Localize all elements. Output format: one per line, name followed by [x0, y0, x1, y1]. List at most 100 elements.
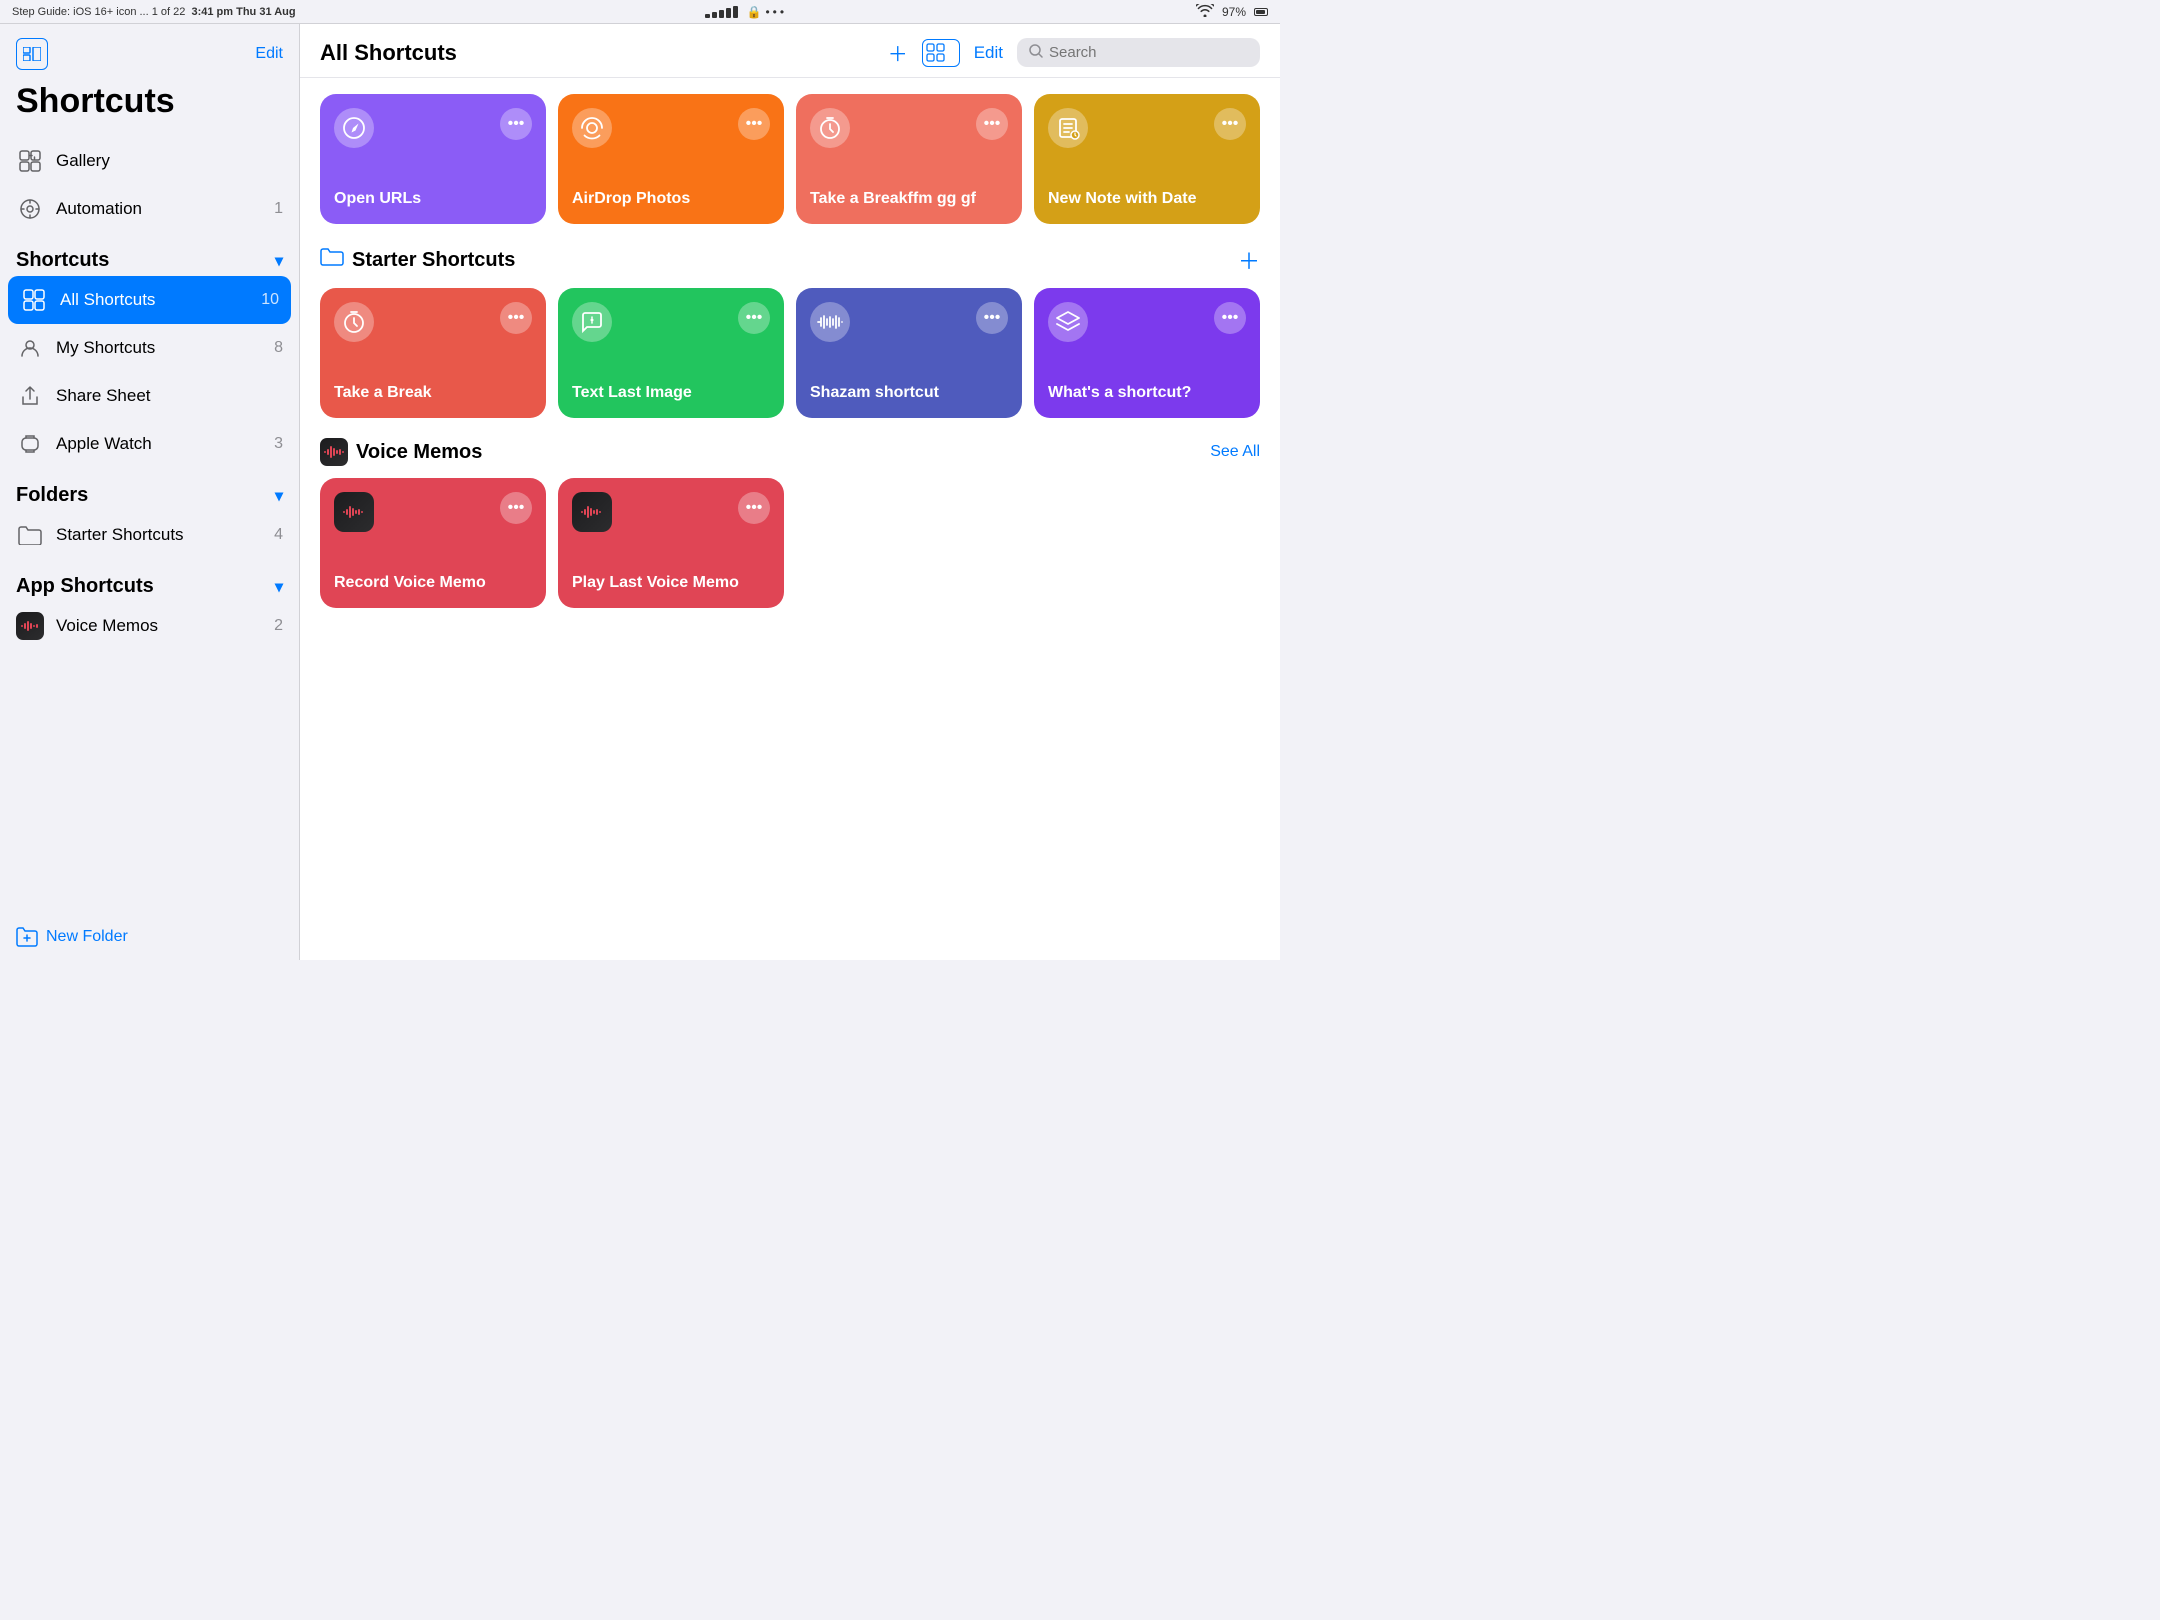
all-shortcuts-label: All Shortcuts	[60, 290, 155, 310]
share-sheet-label: Share Sheet	[56, 386, 151, 406]
add-shortcut-button[interactable]: ＋	[888, 38, 908, 67]
sidebar-item-voice-memos[interactable]: Voice Memos 2	[0, 602, 299, 650]
timer-icon	[810, 108, 850, 148]
new-folder-button[interactable]: New Folder	[16, 926, 283, 948]
card-shazam[interactable]: ••• Shazam shortcut	[796, 288, 1022, 418]
sidebar-item-my-shortcuts[interactable]: My Shortcuts 8	[0, 324, 299, 372]
my-shortcuts-label: My Shortcuts	[56, 338, 155, 358]
card-name: Play Last Voice Memo	[572, 573, 770, 594]
airdrop-icon	[572, 108, 612, 148]
layers-icon	[1048, 302, 1088, 342]
card-menu-button[interactable]: •••	[1214, 108, 1246, 140]
card-name: Open URLs	[334, 189, 532, 210]
card-top: •••	[334, 492, 532, 532]
sidebar-toggle-icon[interactable]	[16, 38, 48, 70]
card-text-last-image[interactable]: ••• Text Last Image	[558, 288, 784, 418]
card-name: Record Voice Memo	[334, 573, 532, 594]
edit-button[interactable]: Edit	[974, 43, 1003, 63]
starter-shortcuts-add-button[interactable]: ＋	[1238, 244, 1260, 276]
battery-icon	[1254, 8, 1268, 16]
sidebar-item-apple-watch[interactable]: Apple Watch 3	[0, 420, 299, 468]
lock-icon: 🔒	[747, 5, 762, 19]
card-menu-button[interactable]: •••	[500, 302, 532, 334]
card-name: Text Last Image	[572, 383, 770, 404]
card-menu-button[interactable]: •••	[500, 108, 532, 140]
card-top: •••	[810, 108, 1008, 148]
card-menu-button[interactable]: •••	[500, 492, 532, 524]
voice-memos-nav-label: Voice Memos	[56, 616, 158, 636]
sidebar: Edit Shortcuts Gallery	[0, 24, 300, 960]
apple-watch-label: Apple Watch	[56, 434, 152, 454]
starter-shortcuts-label: Starter Shortcuts	[56, 525, 184, 545]
gallery-icon	[16, 147, 44, 175]
card-name: Take a Breakffm gg gf	[810, 189, 1008, 210]
card-top: •••	[572, 108, 770, 148]
shortcuts-chevron-icon[interactable]: ▾	[275, 251, 283, 271]
starter-folder-icon	[320, 247, 344, 273]
folders-section-header: Folders ▾	[0, 468, 299, 511]
card-menu-button[interactable]: •••	[976, 302, 1008, 334]
apple-watch-icon	[16, 430, 44, 458]
card-take-a-break-top[interactable]: ••• Take a Breakffm gg gf	[796, 94, 1022, 224]
sidebar-item-all-shortcuts[interactable]: All Shortcuts 10	[8, 276, 291, 324]
share-sheet-icon	[16, 382, 44, 410]
card-name: New Note with Date	[1048, 189, 1246, 210]
card-top: •••	[810, 302, 1008, 342]
card-menu-button[interactable]: •••	[738, 302, 770, 334]
my-shortcuts-count: 8	[274, 339, 283, 357]
card-name: AirDrop Photos	[572, 189, 770, 210]
card-menu-button[interactable]: •••	[1214, 302, 1246, 334]
starter-shortcuts-grid: ••• Take a Break •••	[320, 288, 1260, 418]
my-shortcuts-icon	[16, 334, 44, 362]
card-new-note[interactable]: ••• New Note with Date	[1034, 94, 1260, 224]
content-area: All Shortcuts ＋ Edit	[300, 24, 1280, 960]
apple-watch-count: 3	[274, 435, 283, 453]
grid-toggle[interactable]	[922, 39, 960, 67]
search-input[interactable]	[1049, 44, 1248, 61]
card-name: Shazam shortcut	[810, 383, 1008, 404]
sidebar-item-automation[interactable]: Automation 1	[0, 185, 299, 233]
main-container: Edit Shortcuts Gallery	[0, 24, 1280, 960]
wifi-icon	[1196, 4, 1214, 20]
card-top: •••	[572, 492, 770, 532]
card-airdrop-photos[interactable]: ••• AirDrop Photos	[558, 94, 784, 224]
app-shortcuts-section-header: App Shortcuts ▾	[0, 559, 299, 602]
voice-memos-see-all-button[interactable]: See All	[1210, 443, 1260, 461]
signal-icon	[705, 6, 743, 18]
folder-icon	[16, 521, 44, 549]
timer2-icon	[334, 302, 374, 342]
card-menu-button[interactable]: •••	[738, 108, 770, 140]
sidebar-top: Edit	[0, 24, 299, 78]
automation-count: 1	[274, 200, 283, 218]
starter-shortcuts-header: Starter Shortcuts ＋	[320, 244, 1260, 276]
battery-percent: 97%	[1222, 5, 1246, 19]
card-open-urls[interactable]: ••• Open URLs	[320, 94, 546, 224]
all-shortcuts-count: 10	[261, 291, 279, 309]
card-play-last-voice-memo[interactable]: ••• Play Last Voice Memo	[558, 478, 784, 608]
section-header-left: Voice Memos	[320, 438, 482, 466]
compass-icon	[334, 108, 374, 148]
automation-icon	[16, 195, 44, 223]
shortcuts-section-header: Shortcuts ▾	[0, 233, 299, 276]
status-time: Step Guide: iOS 16+ icon ... 1 of 22 3:4…	[12, 6, 296, 18]
app-shortcuts-chevron-icon[interactable]: ▾	[275, 577, 283, 597]
sidebar-item-share-sheet[interactable]: Share Sheet	[0, 372, 299, 420]
sidebar-item-gallery[interactable]: Gallery	[0, 137, 299, 185]
folders-chevron-icon[interactable]: ▾	[275, 486, 283, 506]
sidebar-item-starter-shortcuts[interactable]: Starter Shortcuts 4	[0, 511, 299, 559]
card-top: •••	[1048, 108, 1246, 148]
card-top: •••	[1048, 302, 1246, 342]
content-title: All Shortcuts	[320, 40, 457, 66]
status-center: 🔒 •••	[705, 5, 788, 19]
card-name: What's a shortcut?	[1048, 383, 1246, 404]
card-whats-shortcut[interactable]: ••• What's a shortcut?	[1034, 288, 1260, 418]
card-menu-button[interactable]: •••	[976, 108, 1008, 140]
search-bar	[1017, 38, 1260, 67]
sidebar-edit-button[interactable]: Edit	[255, 45, 283, 63]
card-menu-button[interactable]: •••	[738, 492, 770, 524]
card-take-a-break[interactable]: ••• Take a Break	[320, 288, 546, 418]
more-dots: •••	[765, 5, 787, 19]
card-record-voice-memo[interactable]: ••• Record Voice Memo	[320, 478, 546, 608]
message-icon	[572, 302, 612, 342]
waveform-icon	[810, 302, 850, 342]
